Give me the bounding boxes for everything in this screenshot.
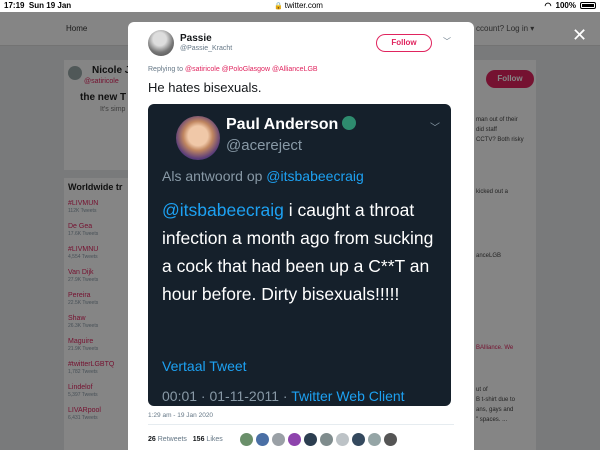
avatar[interactable] — [272, 433, 285, 446]
tweet-modal: Passie @Passie_Kracht Follow ﹀ Replying … — [128, 22, 474, 450]
close-icon[interactable]: ✕ — [572, 26, 587, 44]
avatar[interactable] — [336, 433, 349, 446]
peacock-badge-icon — [342, 116, 357, 130]
likers-avatars — [240, 433, 397, 446]
chevron-down-icon: ﹀ — [430, 123, 440, 134]
status-time: 17:19 Sun 19 Jan — [4, 1, 72, 10]
tweet-timestamp[interactable]: 1:29 am - 19 Jan 2020 — [148, 412, 213, 419]
lock-icon: 🔒 — [274, 3, 283, 10]
avatar[interactable] — [240, 433, 253, 446]
embed-meta: 00:01 · 01-11-2011 · Twitter Web Client — [162, 388, 405, 404]
embed-reply-context: Als antwoord op @itsbabeecraig — [162, 168, 364, 184]
likes-count[interactable]: 156 — [193, 436, 205, 443]
follow-button[interactable]: Follow — [376, 34, 432, 52]
avatar[interactable] — [352, 433, 365, 446]
tweet-text: He hates bisexuals. — [148, 80, 262, 95]
chevron-down-icon[interactable]: ﹀ — [443, 36, 451, 47]
author-name[interactable]: Passie — [180, 33, 212, 44]
replying-to-links[interactable]: @satiricole @PoloGlasgow @AllianceLGB — [185, 66, 318, 73]
translate-link: Vertaal Tweet — [162, 358, 247, 374]
embed-author-name: Paul Anderson — [226, 116, 357, 134]
replying-to: Replying to @satiricole @PoloGlasgow @Al… — [148, 66, 318, 73]
url-bar[interactable]: 🔒 twitter.com — [274, 1, 323, 10]
embed-body: @itsbabeecraig i caught a throat infecti… — [162, 200, 434, 304]
retweets-count[interactable]: 26 — [148, 436, 156, 443]
avatar[interactable] — [148, 30, 174, 56]
embed-author-handle: @acereject — [226, 137, 303, 154]
divider — [148, 424, 454, 425]
embedded-screenshot[interactable]: Paul Anderson @acereject ﹀ Als antwoord … — [148, 104, 451, 406]
avatar[interactable] — [384, 433, 397, 446]
author-handle[interactable]: @Passie_Kracht — [180, 45, 232, 52]
tweet-stats: 26 Retweets 156 Likes — [148, 436, 223, 443]
avatar — [176, 116, 220, 160]
avatar[interactable] — [320, 433, 333, 446]
avatar[interactable] — [256, 433, 269, 446]
battery-icon — [580, 2, 596, 9]
status-bar: 17:19 Sun 19 Jan 🔒 twitter.com ◠ 100% — [0, 0, 600, 12]
wifi-icon: ◠ — [544, 1, 552, 10]
status-indicators: ◠ 100% — [545, 1, 596, 10]
avatar[interactable] — [304, 433, 317, 446]
avatar[interactable] — [368, 433, 381, 446]
avatar[interactable] — [288, 433, 301, 446]
battery-percent: 100% — [555, 1, 576, 10]
